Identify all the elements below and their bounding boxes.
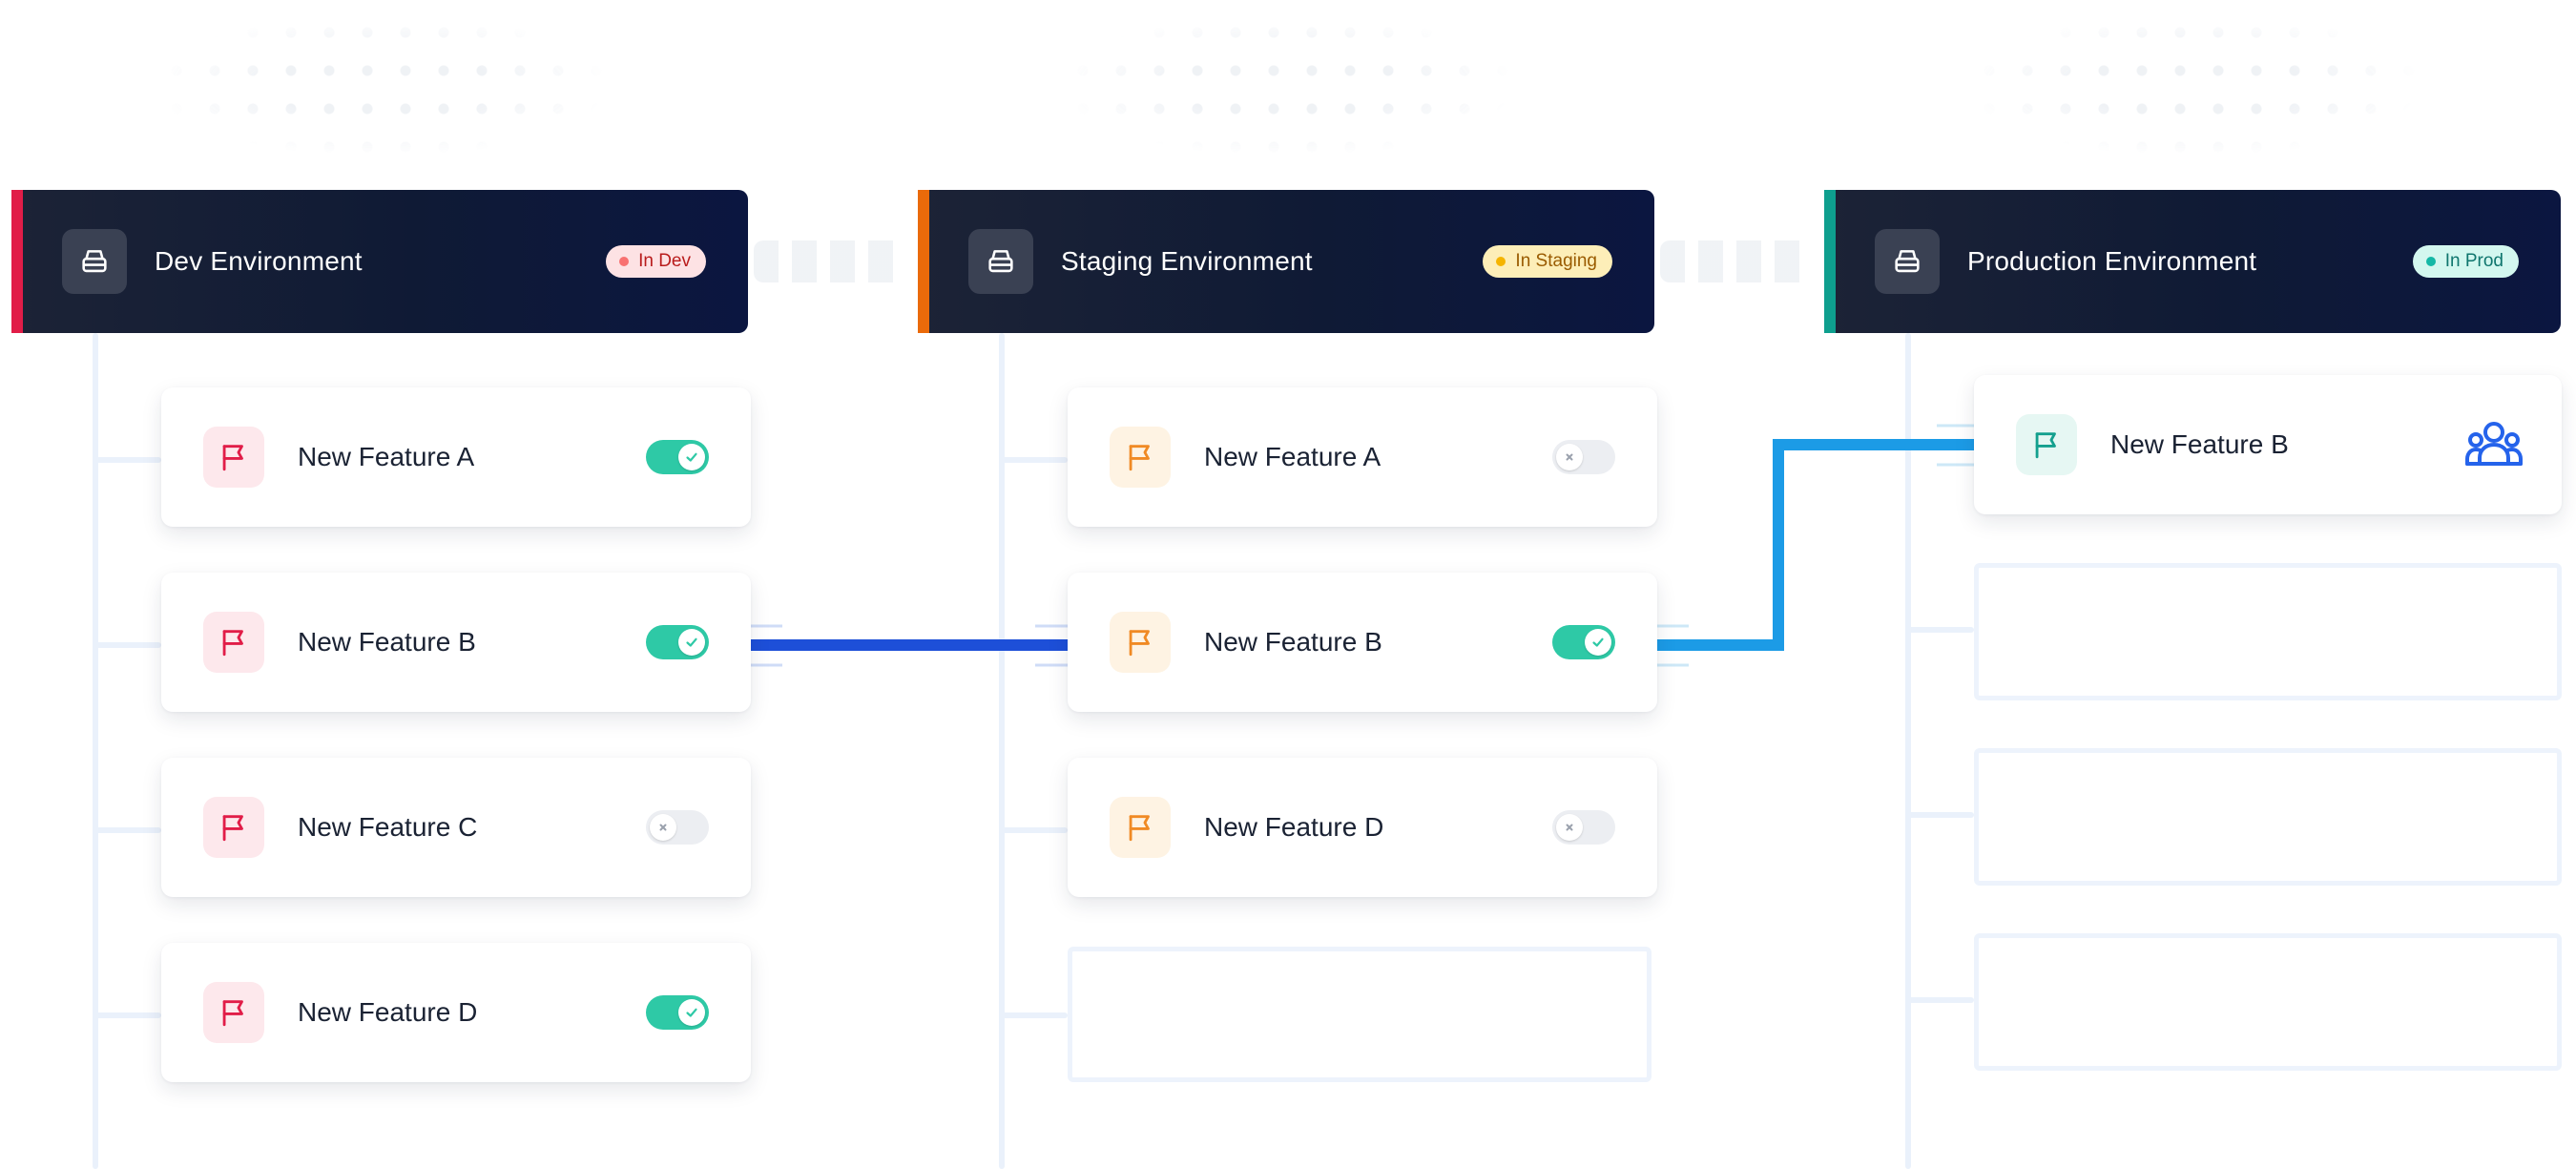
feature-label: New Feature B (2110, 429, 2289, 459)
feature-label: New Feature D (298, 997, 478, 1027)
feature-label: New Feature D (1204, 812, 1384, 842)
feature-toggle[interactable] (1552, 810, 1615, 845)
env-status-badge: In Prod (2412, 245, 2519, 278)
check-icon (678, 629, 705, 656)
server-icon (968, 229, 1033, 294)
env-header-production: Production Environment In Prod (1824, 190, 2561, 333)
x-icon (1556, 444, 1583, 470)
feature-toggle[interactable] (1552, 440, 1615, 474)
feature-label: New Feature C (298, 812, 478, 842)
feature-card[interactable]: New Feature B (161, 573, 751, 712)
env-status-badge: In Staging (1483, 245, 1612, 278)
status-dot (2425, 257, 2436, 266)
env-accent-bar (918, 190, 929, 333)
flag-icon (1110, 427, 1171, 488)
feature-toggle[interactable] (646, 625, 709, 659)
feature-toggle[interactable] (646, 440, 709, 474)
env-header-dev: Dev Environment In Dev (11, 190, 748, 333)
server-icon (62, 229, 127, 294)
release-pipeline-canvas: Dev Environment In Dev New Feature A New… (0, 0, 2576, 1169)
env-status-text: In Prod (2444, 251, 2503, 271)
x-icon (1556, 814, 1583, 841)
env-status-text: In Dev (638, 251, 691, 271)
env-accent-bar (1824, 190, 1836, 333)
feature-card[interactable]: New Feature B (1068, 573, 1657, 712)
status-dot (619, 257, 630, 266)
x-icon (650, 814, 676, 841)
flag-icon (1110, 797, 1171, 858)
env-status-badge: In Dev (606, 245, 706, 278)
feature-label: New Feature B (1204, 627, 1382, 657)
users-icon[interactable] (2464, 416, 2524, 473)
feature-label: New Feature A (298, 442, 475, 471)
feature-toggle[interactable] (646, 810, 709, 845)
connector-staging-to-prod (1656, 424, 1974, 667)
flag-icon (1110, 612, 1171, 673)
flag-icon (203, 797, 264, 858)
flag-icon (203, 612, 264, 673)
feature-card[interactable]: New Feature C (161, 758, 751, 897)
check-icon (1585, 629, 1611, 656)
feature-card[interactable]: New Feature D (161, 943, 751, 1082)
feature-card[interactable]: New Feature D (1068, 758, 1657, 897)
env-status-text: In Staging (1515, 251, 1597, 271)
feature-toggle[interactable] (646, 995, 709, 1030)
env-accent-bar (11, 190, 23, 333)
feature-card[interactable]: New Feature A (161, 387, 751, 527)
server-icon (1875, 229, 1940, 294)
feature-label: New Feature B (298, 627, 476, 657)
flag-icon (203, 982, 264, 1043)
env-header-staging: Staging Environment In Staging (918, 190, 1654, 333)
status-dot (1496, 257, 1506, 266)
flag-icon (2016, 414, 2077, 475)
connector-dev-to-staging (750, 624, 1068, 667)
env-title: Staging Environment (1061, 246, 1313, 276)
env-title: Production Environment (1967, 246, 2257, 276)
env-title: Dev Environment (155, 246, 363, 276)
feature-card[interactable]: New Feature B (1974, 375, 2562, 514)
feature-toggle[interactable] (1552, 625, 1615, 659)
check-icon (678, 999, 705, 1026)
feature-label: New Feature A (1204, 442, 1381, 471)
feature-card[interactable]: New Feature A (1068, 387, 1657, 527)
check-icon (678, 444, 705, 470)
flag-icon (203, 427, 264, 488)
